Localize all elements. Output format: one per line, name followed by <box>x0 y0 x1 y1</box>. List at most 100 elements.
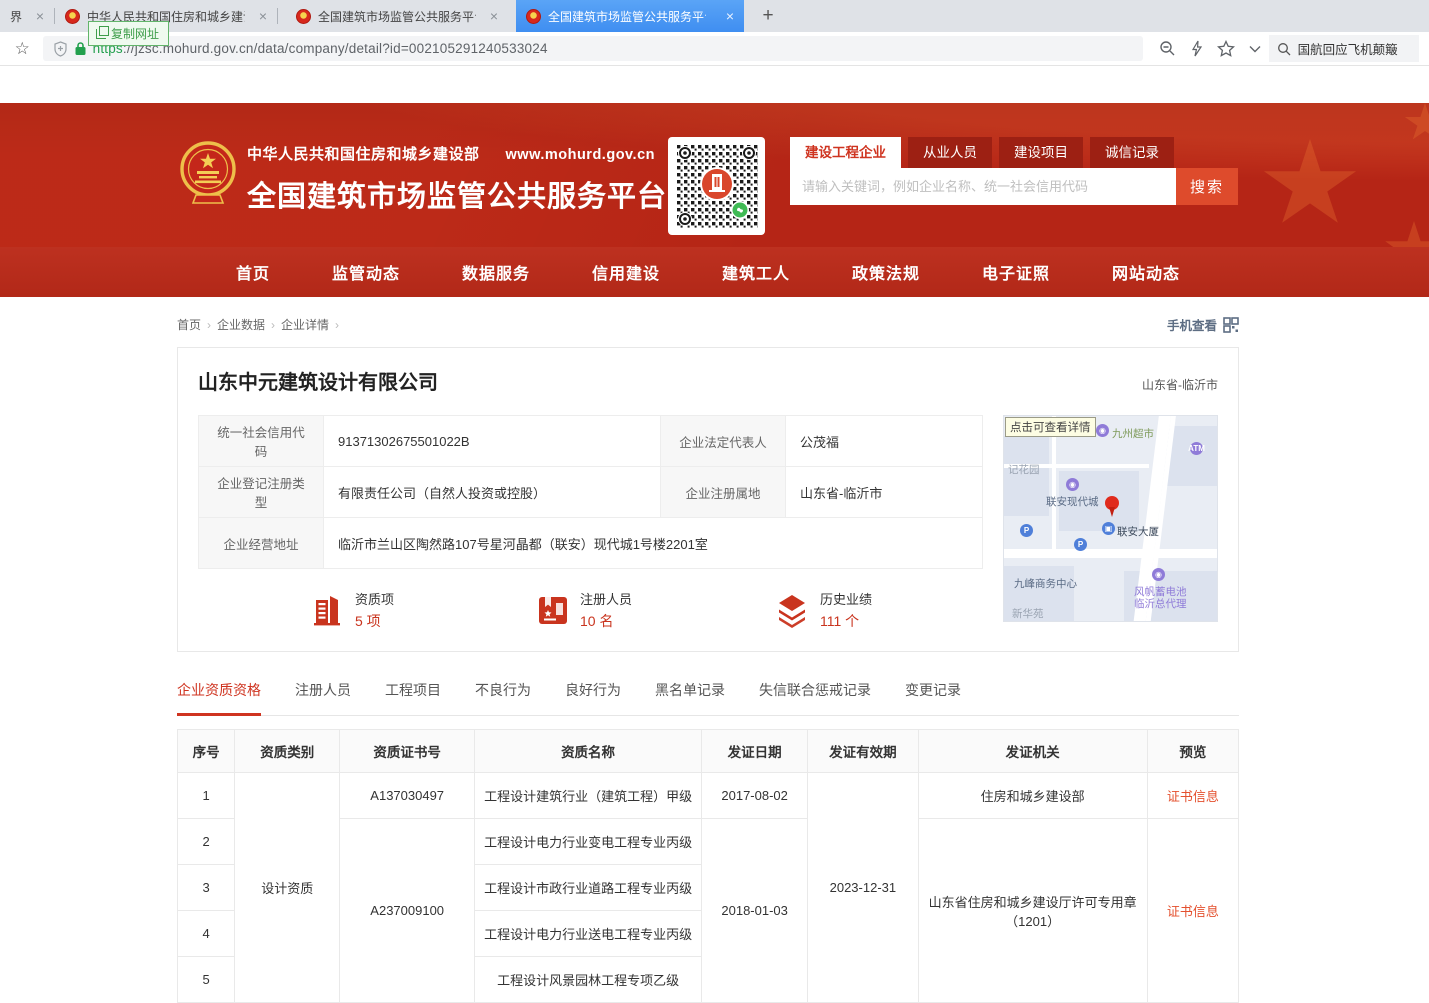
cell-no: 1 <box>178 773 235 819</box>
search-tab-personnel[interactable]: 从业人员 <box>908 137 992 168</box>
nav-item-supervision[interactable]: 监管动态 <box>332 260 400 284</box>
flag-star-decoration <box>1262 139 1358 231</box>
browser-tab-partial[interactable]: 界 × <box>0 0 54 32</box>
legal-rep-value: 公茂福 <box>786 416 983 467</box>
location-map[interactable]: 点击可查看详情 ◉ 九州超市 ATM <box>1003 415 1218 622</box>
nav-item-e-license[interactable]: 电子证照 <box>982 260 1050 284</box>
cell-preview: 证书信息 <box>1147 773 1238 819</box>
company-region: 山东省-临沂市 <box>1142 376 1218 393</box>
registered-personnel-icon <box>536 593 570 627</box>
cell-authority: 山东省住房和城乡建设厅许可专用章 （1201） <box>918 819 1147 1003</box>
table-row: 1 设计资质 A137030497 工程设计建筑行业（建筑工程）甲级 2017-… <box>178 773 1239 819</box>
shield-plus-icon[interactable] <box>53 41 68 57</box>
copy-url-label: 复制网址 <box>111 25 159 42</box>
tab-title: 全国建筑市场监管公共服务平台 <box>548 8 706 25</box>
tab-bad-behavior[interactable]: 不良行为 <box>475 680 531 715</box>
nav-item-workers[interactable]: 建筑工人 <box>722 260 790 284</box>
col-header-authority: 发证机关 <box>918 730 1147 773</box>
mobile-view-link[interactable]: 手机查看 <box>1167 315 1239 334</box>
copy-url-tooltip: 复制网址 <box>88 21 169 46</box>
poi-label: 九峰商务中心 <box>1014 576 1077 591</box>
tab-registered-personnel[interactable]: 注册人员 <box>295 680 351 715</box>
tab-dishonesty[interactable]: 失信联合惩戒记录 <box>759 680 871 715</box>
cell-no: 2 <box>178 819 235 865</box>
col-header-category: 资质类别 <box>235 730 340 773</box>
map-column: 点击可查看详情 ◉ 九州超市 ATM <box>1003 415 1218 631</box>
breadcrumb: 首页 › 企业数据 › 企业详情 › <box>177 316 339 333</box>
search-category-tabs: 建设工程企业 从业人员 建设项目 诚信记录 <box>790 137 1238 168</box>
tab-title: 全国建筑市场监管公共服务平台 <box>318 8 476 25</box>
search-tab-project[interactable]: 建设项目 <box>999 137 1083 168</box>
breadcrumb-separator: › <box>271 318 275 332</box>
building-pin-icon: ▣ <box>1102 522 1115 535</box>
browser-address-bar: ☆ https://jzsc.mohurd.gov.cn/data/compan… <box>0 32 1429 66</box>
stat-qualifications[interactable]: 资质项 5 项 <box>309 589 394 631</box>
site-banner: 中华人民共和国住房和城乡建设部 www.mohurd.gov.cn 全国建筑市场… <box>0 103 1429 247</box>
lock-icon <box>74 41 87 56</box>
nav-item-site-news[interactable]: 网站动态 <box>1112 260 1180 284</box>
certificate-info-link[interactable]: 证书信息 <box>1167 904 1219 919</box>
tab-close-icon[interactable]: × <box>36 8 44 24</box>
nav-item-credit[interactable]: 信用建设 <box>592 260 660 284</box>
breadcrumb-company-data[interactable]: 企业数据 <box>217 316 265 333</box>
search-box: 搜索 <box>790 168 1238 205</box>
nav-item-policy[interactable]: 政策法规 <box>852 260 920 284</box>
tab-close-icon[interactable]: × <box>259 8 267 24</box>
hot-search-text: 国航回应飞机颠簸 <box>1298 39 1398 58</box>
browser-tab-bar: 界 × 中华人民共和国住房和城乡建设 × 全国建筑市场监管公共服务平台 × 全国… <box>0 0 1429 32</box>
tab-close-icon[interactable]: × <box>726 8 734 24</box>
poi-label: 新华苑 <box>1012 606 1044 621</box>
credit-code-value: 91371302675501022B <box>324 416 661 467</box>
poi-label: 临沂总代理 <box>1134 596 1187 611</box>
col-header-cert-no: 资质证书号 <box>340 730 475 773</box>
tab-projects[interactable]: 工程项目 <box>385 680 441 715</box>
cell-cert-no: A137030497 <box>340 773 475 819</box>
certificate-info-link[interactable]: 证书信息 <box>1167 789 1219 804</box>
col-header-preview: 预览 <box>1147 730 1238 773</box>
chevron-down-icon[interactable] <box>1249 45 1261 53</box>
search-button[interactable]: 搜索 <box>1176 168 1238 205</box>
browser-tab-jzsc[interactable]: 全国建筑市场监管公共服务平台 × <box>286 0 508 32</box>
new-tab-button[interactable]: + <box>754 0 782 32</box>
search-tab-credit[interactable]: 诚信记录 <box>1090 137 1174 168</box>
poi-label: 联安现代城 <box>1046 494 1099 509</box>
stat-registered-personnel[interactable]: 注册人员 10 名 <box>536 589 632 631</box>
map-road <box>1003 549 1218 558</box>
nav-item-home[interactable]: 首页 <box>236 260 270 284</box>
lightning-icon[interactable] <box>1190 40 1203 57</box>
cell-issue-date: 2017-08-02 <box>702 773 808 819</box>
search-tab-enterprise[interactable]: 建设工程企业 <box>790 137 901 168</box>
stat-label: 注册人员 <box>580 589 632 608</box>
emblem-favicon-icon <box>296 9 311 24</box>
tab-change-records[interactable]: 变更记录 <box>905 680 961 715</box>
keyword-search-input[interactable] <box>790 168 1176 205</box>
nav-item-data-service[interactable]: 数据服务 <box>462 260 530 284</box>
field-label: 企业经营地址 <box>199 518 324 569</box>
cell-name: 工程设计市政行业道路工程专业丙级 <box>475 865 702 911</box>
breadcrumb-home[interactable]: 首页 <box>177 316 201 333</box>
stat-label: 历史业绩 <box>820 589 872 608</box>
poi-pin-icon: ◉ <box>1152 568 1165 581</box>
tab-title: 界 <box>10 8 22 25</box>
zoom-out-icon[interactable] <box>1159 40 1176 57</box>
tab-good-behavior[interactable]: 良好行为 <box>565 680 621 715</box>
tab-close-icon[interactable]: × <box>490 8 498 24</box>
header-search-module: 建设工程企业 从业人员 建设项目 诚信记录 搜索 <box>790 137 1238 205</box>
tab-blacklist[interactable]: 黑名单记录 <box>655 680 725 715</box>
favorite-star-icon[interactable] <box>1217 40 1235 57</box>
url-field[interactable]: https://jzsc.mohurd.gov.cn/data/company/… <box>43 36 1143 61</box>
browser-tab-active[interactable]: 全国建筑市场监管公共服务平台 × <box>516 0 744 32</box>
page-content: 首页 › 企业数据 › 企业详情 › 手机查看 山东中元建筑设计有限公司 山东省… <box>177 315 1239 1003</box>
tab-qualifications[interactable]: 企业资质资格 <box>177 680 261 716</box>
white-gap <box>0 66 1429 103</box>
hot-search-box[interactable]: 国航回应飞机颠簸 <box>1269 35 1419 62</box>
ministry-url: www.mohurd.gov.cn <box>506 147 655 163</box>
company-card: 山东中元建筑设计有限公司 山东省-临沂市 统一社会信用代码 9137130267… <box>177 347 1239 652</box>
stat-history-performance[interactable]: 历史业绩 111 个 <box>774 589 872 631</box>
stat-label: 资质项 <box>355 589 394 608</box>
bookmark-star-icon[interactable]: ☆ <box>10 39 35 59</box>
breadcrumb-company-detail[interactable]: 企业详情 <box>281 316 329 333</box>
qualification-building-icon <box>309 592 345 628</box>
poi-label: 九州超市 <box>1112 426 1154 441</box>
main-nav-bar: 首页 监管动态 数据服务 信用建设 建筑工人 政策法规 电子证照 网站动态 <box>0 247 1429 297</box>
